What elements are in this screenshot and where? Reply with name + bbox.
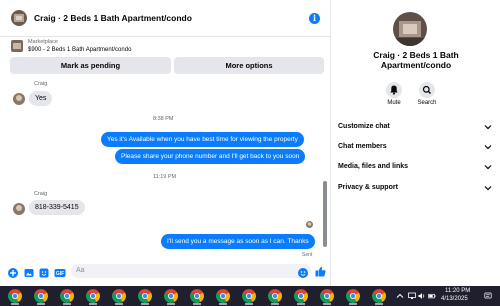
taskbar-running-indicator: [271, 303, 279, 305]
svg-text:GIF: GIF: [56, 271, 64, 277]
section-label: Chat members: [338, 143, 387, 150]
battery-icon[interactable]: [428, 292, 436, 300]
marketplace-label: Marketplace: [28, 39, 58, 45]
taskbar-browser-icon[interactable]: [268, 289, 282, 303]
clock-date[interactable]: 4/13/2025: [441, 296, 468, 302]
sticker-icon[interactable]: [39, 268, 49, 278]
sender-avatar[interactable]: [13, 203, 25, 215]
sender-name: Craig: [34, 191, 48, 197]
section-label: Customize chat: [338, 123, 390, 130]
sender-avatar[interactable]: [13, 93, 25, 105]
taskbar-browser-icon[interactable]: [346, 289, 360, 303]
chevron-down-icon: [484, 145, 492, 150]
taskbar-running-indicator: [297, 303, 305, 305]
taskbar-browser-icon[interactable]: [34, 289, 48, 303]
network-icon[interactable]: [408, 292, 416, 300]
taskbar-running-indicator: [323, 303, 331, 305]
mute-button[interactable]: [386, 82, 402, 98]
more-options-button[interactable]: More options: [174, 57, 324, 74]
search-label: Search: [417, 100, 437, 106]
section-label: Privacy & support: [338, 184, 398, 191]
message-timestamp: 8:38 PM: [153, 116, 174, 122]
taskbar-running-indicator: [89, 303, 97, 305]
sender-name: Craig: [34, 81, 48, 87]
message-timestamp: 11:19 PM: [153, 174, 177, 180]
taskbar-running-indicator: [63, 303, 71, 305]
message-thread[interactable]: Craig Yes 8:38 PM Yes it's Available whe…: [0, 77, 324, 263]
volume-icon[interactable]: [418, 292, 426, 300]
taskbar-running-indicator: [115, 303, 123, 305]
listing-thumbnail[interactable]: [11, 40, 23, 52]
taskbar-browser-icon[interactable]: [372, 289, 386, 303]
info-icon[interactable]: i: [309, 13, 320, 24]
seen-avatar: [306, 221, 313, 228]
emoji-icon[interactable]: [298, 268, 308, 278]
taskbar-running-indicator: [167, 303, 175, 305]
conversation-title: Craig · 2 Beds 1 Bath Apartment/condo: [373, 50, 459, 70]
outgoing-message[interactable]: Please share your phone number and I'll …: [115, 149, 306, 164]
taskbar-browser-icon[interactable]: [8, 289, 22, 303]
taskbar-browser-icon[interactable]: [190, 289, 204, 303]
chevron-down-icon: [484, 186, 492, 191]
conversation-info-panel: Craig · 2 Beds 1 Bath Apartment/condo Mu…: [332, 0, 500, 286]
taskbar-browser-icon[interactable]: [138, 289, 152, 303]
listing-description[interactable]: $900 - 2 Beds 1 Bath Apartment/condo: [28, 47, 131, 53]
chevron-down-icon: [484, 125, 492, 130]
sent-status: Sent: [302, 252, 313, 258]
chat-header: Craig · 2 Beds 1 Bath Apartment/condo i: [0, 0, 331, 37]
taskbar-running-indicator: [219, 303, 227, 305]
taskbar-browser-icon[interactable]: [86, 289, 100, 303]
message-input[interactable]: Aa: [71, 264, 311, 278]
section-privacy-support[interactable]: Privacy & support: [338, 181, 492, 195]
taskbar-running-indicator: [141, 303, 149, 305]
outgoing-message[interactable]: I'll send you a message as soon as I can…: [161, 234, 315, 249]
incoming-message[interactable]: 818-339-5415: [29, 200, 85, 215]
clock-time[interactable]: 11:20 PM: [445, 288, 470, 294]
section-media-files-links[interactable]: Media, files and links: [338, 160, 492, 174]
image-icon[interactable]: [24, 268, 34, 278]
section-label: Media, files and links: [338, 163, 409, 170]
taskbar-browser-icon[interactable]: [60, 289, 74, 303]
section-chat-members[interactable]: Chat members: [338, 140, 492, 154]
taskbar-running-indicator: [349, 303, 357, 305]
like-icon[interactable]: [315, 266, 326, 277]
taskbar-running-indicator: [11, 303, 19, 305]
section-customize-chat[interactable]: Customize chat: [338, 120, 492, 134]
taskbar-running-indicator: [37, 303, 45, 305]
mark-pending-button[interactable]: Mark as pending: [10, 57, 171, 74]
taskbar-browser-icon[interactable]: [320, 289, 334, 303]
taskbar-running-indicator: [375, 303, 383, 305]
scrollbar-thumb[interactable]: [323, 181, 327, 247]
taskbar-running-indicator: [193, 303, 201, 305]
taskbar-browser-icon[interactable]: [164, 289, 178, 303]
taskbar-browser-icon[interactable]: [216, 289, 230, 303]
chat-title[interactable]: Craig · 2 Beds 1 Bath Apartment/condo: [34, 13, 192, 23]
mute-label: Mute: [387, 100, 401, 106]
taskbar-browser-icon[interactable]: [294, 289, 308, 303]
chevron-up-icon[interactable]: [396, 292, 404, 300]
taskbar-browser-icon[interactable]: [242, 289, 256, 303]
taskbar-browser-icon[interactable]: [112, 289, 126, 303]
conversation-avatar[interactable]: [393, 12, 427, 46]
chevron-down-icon: [484, 165, 492, 170]
incoming-message[interactable]: Yes: [29, 91, 53, 106]
outgoing-message[interactable]: Yes it's Available when you have best ti…: [101, 132, 304, 147]
listing-avatar[interactable]: [11, 10, 27, 26]
plus-icon[interactable]: [8, 268, 18, 278]
search-button[interactable]: [419, 82, 435, 98]
gif-icon[interactable]: GIF: [54, 268, 66, 278]
notification-icon[interactable]: [484, 292, 492, 300]
chat-panel: Craig · 2 Beds 1 Bath Apartment/condo i …: [0, 0, 331, 286]
taskbar-running-indicator: [245, 303, 253, 305]
